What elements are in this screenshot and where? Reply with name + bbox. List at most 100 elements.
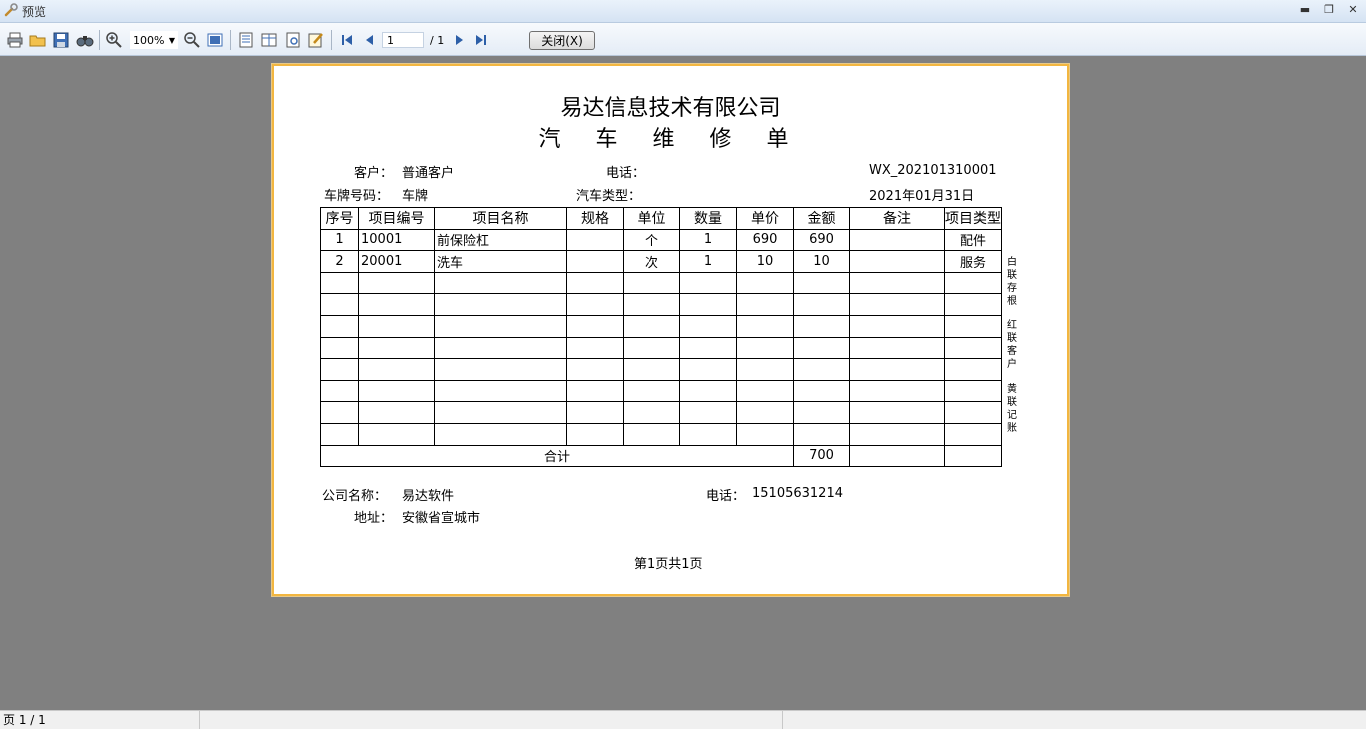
table-cell — [849, 444, 945, 468]
side-note-white: 白联存根 — [1007, 257, 1017, 307]
table-cell — [849, 228, 945, 252]
toolbar: 100% ▼ 1 / 1 关闭(X) — [0, 23, 1366, 56]
multi-page-icon[interactable] — [260, 31, 278, 49]
order-date: 2021年01月31日 — [869, 189, 975, 204]
zoom-select[interactable]: 100% ▼ — [130, 31, 178, 49]
table-cell — [320, 336, 359, 360]
table-cell — [566, 250, 624, 273]
table-cell — [736, 401, 794, 424]
table-cell — [434, 422, 567, 446]
find-icon[interactable] — [76, 31, 94, 49]
table-cell — [320, 271, 359, 295]
fit-page-icon[interactable] — [206, 31, 224, 49]
table-cell — [793, 293, 850, 316]
edit-icon[interactable] — [307, 31, 325, 49]
table-cell — [679, 358, 737, 381]
table-cell — [434, 401, 567, 424]
table-cell — [944, 401, 1002, 424]
company-title: 易达信息技术有限公司 — [560, 96, 781, 121]
table-cell — [358, 358, 435, 381]
table-cell — [679, 293, 737, 316]
report-page: 易达信息技术有限公司 汽 车 维 修 单 客户： 普通客户 电话： WX_202… — [272, 64, 1069, 596]
footer-phone-value: 15105631214 — [752, 486, 843, 501]
save-icon[interactable] — [52, 31, 70, 49]
total-label: 合计 — [320, 444, 794, 468]
minimize-button[interactable]: ▬ — [1295, 2, 1315, 18]
table-row — [320, 401, 1002, 424]
table-cell — [736, 293, 794, 316]
table-cell — [434, 314, 567, 338]
table-cell — [849, 358, 945, 381]
table-row — [320, 293, 1002, 316]
table-cell — [358, 271, 435, 295]
status-panel — [200, 711, 783, 729]
page-info: 第1页共1页 — [634, 557, 703, 572]
table-cell — [320, 379, 359, 403]
close-window-button[interactable]: ✕ — [1343, 2, 1363, 18]
single-page-icon[interactable] — [237, 31, 255, 49]
table-cell: 690 — [736, 228, 794, 252]
table-cell — [434, 358, 567, 381]
page-total: / 1 — [430, 34, 445, 47]
table-cell — [679, 422, 737, 446]
table-cell — [320, 358, 359, 381]
page-setup-icon[interactable] — [284, 31, 302, 49]
plate-label: 车牌号码： — [324, 189, 390, 204]
restore-button[interactable]: ❐ — [1319, 2, 1339, 18]
column-header: 规格 — [566, 207, 624, 230]
table-cell — [320, 401, 359, 424]
car-type-label: 汽车类型： — [576, 189, 642, 204]
first-page-icon[interactable] — [338, 31, 356, 49]
print-icon[interactable] — [6, 31, 24, 49]
table-cell — [320, 314, 359, 338]
order-number: WX_202101310001 — [869, 163, 997, 178]
close-preview-button[interactable]: 关闭(X) — [529, 31, 595, 50]
table-cell — [623, 379, 680, 403]
table-cell — [736, 336, 794, 360]
prev-page-icon[interactable] — [361, 31, 379, 49]
column-header: 备注 — [849, 207, 945, 230]
table-cell: 1 — [679, 228, 737, 252]
table-cell — [358, 422, 435, 446]
zoom-out-icon[interactable] — [183, 31, 201, 49]
table-row: 1 10001 前保险杠个 1 690 690 配件 — [320, 228, 1002, 252]
table-cell — [679, 271, 737, 295]
table-cell — [358, 293, 435, 316]
table-cell — [566, 336, 624, 360]
table-cell — [849, 293, 945, 316]
table-cell — [849, 314, 945, 338]
open-icon[interactable] — [29, 31, 47, 49]
zoom-in-icon[interactable] — [105, 31, 123, 49]
wrench-icon — [4, 3, 18, 17]
status-bar: 页 1 / 1 — [0, 710, 1366, 729]
table-header-row: 序号 项目编号 项目名称 规格 单位 数量 单价 金额 备注 项目类型 — [320, 207, 1002, 230]
table-cell — [944, 379, 1002, 403]
zoom-value: 100% — [133, 34, 165, 47]
phone-label: 电话： — [606, 166, 646, 181]
column-header: 项目名称 — [434, 207, 567, 230]
footer-address-label: 地址： — [354, 511, 394, 526]
items-table: 序号 项目编号 项目名称 规格 单位 数量 单价 金额 备注 项目类型 1 10001 前保险杠个 1 69… — [320, 207, 1002, 468]
side-note-yellow: 黄联记账 — [1007, 384, 1017, 434]
table-cell: 10 — [793, 250, 850, 273]
table-cell — [566, 422, 624, 446]
table-cell — [944, 271, 1002, 295]
table-cell — [736, 358, 794, 381]
next-page-icon[interactable] — [450, 31, 468, 49]
table-cell — [793, 401, 850, 424]
table-row — [320, 358, 1002, 381]
table-cell: 1 — [320, 228, 359, 252]
toolbar-separator — [230, 30, 231, 50]
table-cell — [320, 422, 359, 446]
table-cell — [944, 358, 1002, 381]
last-page-icon[interactable] — [472, 31, 490, 49]
table-cell — [434, 271, 567, 295]
table-row — [320, 271, 1002, 295]
page-number-input[interactable]: 1 — [382, 32, 424, 48]
table-cell — [679, 379, 737, 403]
table-cell — [793, 314, 850, 338]
table-cell — [434, 293, 567, 316]
table-cell — [944, 314, 1002, 338]
table-cell — [736, 314, 794, 338]
table-cell — [434, 336, 567, 360]
